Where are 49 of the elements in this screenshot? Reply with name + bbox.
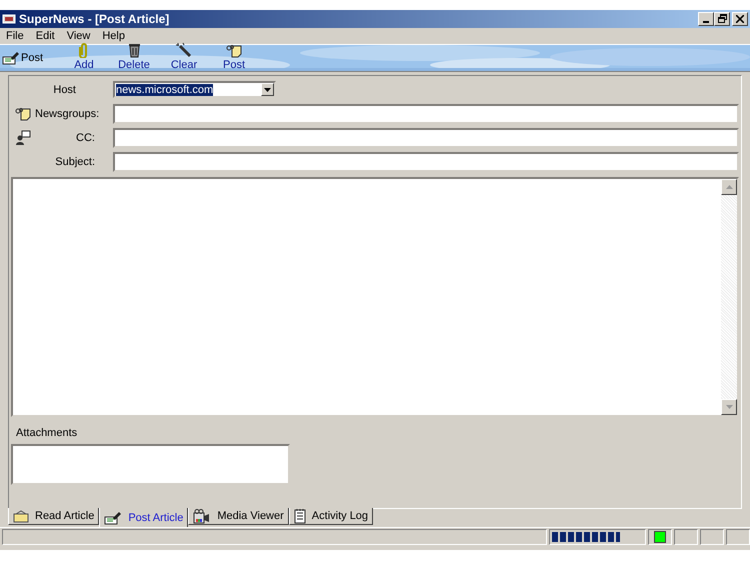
scroll-up-button[interactable] <box>721 178 737 195</box>
status-pane <box>674 529 698 546</box>
host-dropdown[interactable]: news.microsoft.com <box>113 81 276 98</box>
toolbar-button[interactable]: Post <box>2 50 44 65</box>
attachments-label: Attachments <box>15 426 78 441</box>
note-icon <box>226 44 242 58</box>
minimize-icon <box>703 20 709 23</box>
menu-item[interactable]: View <box>60 30 96 42</box>
attachments-list[interactable] <box>11 444 290 485</box>
caret-up-icon <box>726 184 732 189</box>
app-icon <box>2 13 16 24</box>
tab[interactable]: Read Article <box>8 508 100 526</box>
status-pane <box>700 529 724 546</box>
tab[interactable]: Post Article <box>99 508 188 528</box>
restore-icon <box>718 14 726 24</box>
toolbar-button[interactable]: Post <box>209 44 260 71</box>
input-field[interactable] <box>113 104 739 124</box>
toolbar-button[interactable]: Clear <box>159 42 210 71</box>
field-label: CC: <box>75 132 95 144</box>
paperclip-icon <box>79 42 90 58</box>
menu-item[interactable]: File <box>0 30 30 42</box>
wand-icon <box>176 42 192 58</box>
close-button[interactable] <box>732 12 748 26</box>
caret-down-icon <box>726 404 732 409</box>
scrollbar[interactable] <box>721 178 737 415</box>
window-title: SuperNews - [Post Article] <box>19 12 170 26</box>
minimize-button[interactable] <box>698 12 714 26</box>
restore-button[interactable] <box>714 12 730 26</box>
folder-icon <box>13 510 29 523</box>
input-field[interactable] <box>113 152 739 172</box>
field-label: Subject: <box>54 156 95 168</box>
input-field[interactable] <box>113 128 739 148</box>
toolbar-button[interactable]: Delete <box>109 42 160 71</box>
post-icon <box>104 510 122 525</box>
trash-icon <box>128 42 141 58</box>
notepad-icon <box>294 508 306 524</box>
close-icon <box>736 14 744 23</box>
status-pane <box>726 529 750 546</box>
tab[interactable]: Activity Log <box>288 508 374 526</box>
camera-icon <box>193 508 212 524</box>
people-icon <box>15 130 31 146</box>
menu-item[interactable]: Help <box>96 30 131 42</box>
menu-item[interactable]: Edit <box>30 30 61 42</box>
post-icon <box>2 50 20 65</box>
note-icon <box>15 106 31 121</box>
toolbar-button[interactable]: Add <box>59 42 110 71</box>
tab[interactable]: Media Viewer <box>188 508 289 526</box>
field-label: Host <box>52 84 76 96</box>
scroll-down-button[interactable] <box>721 398 737 415</box>
